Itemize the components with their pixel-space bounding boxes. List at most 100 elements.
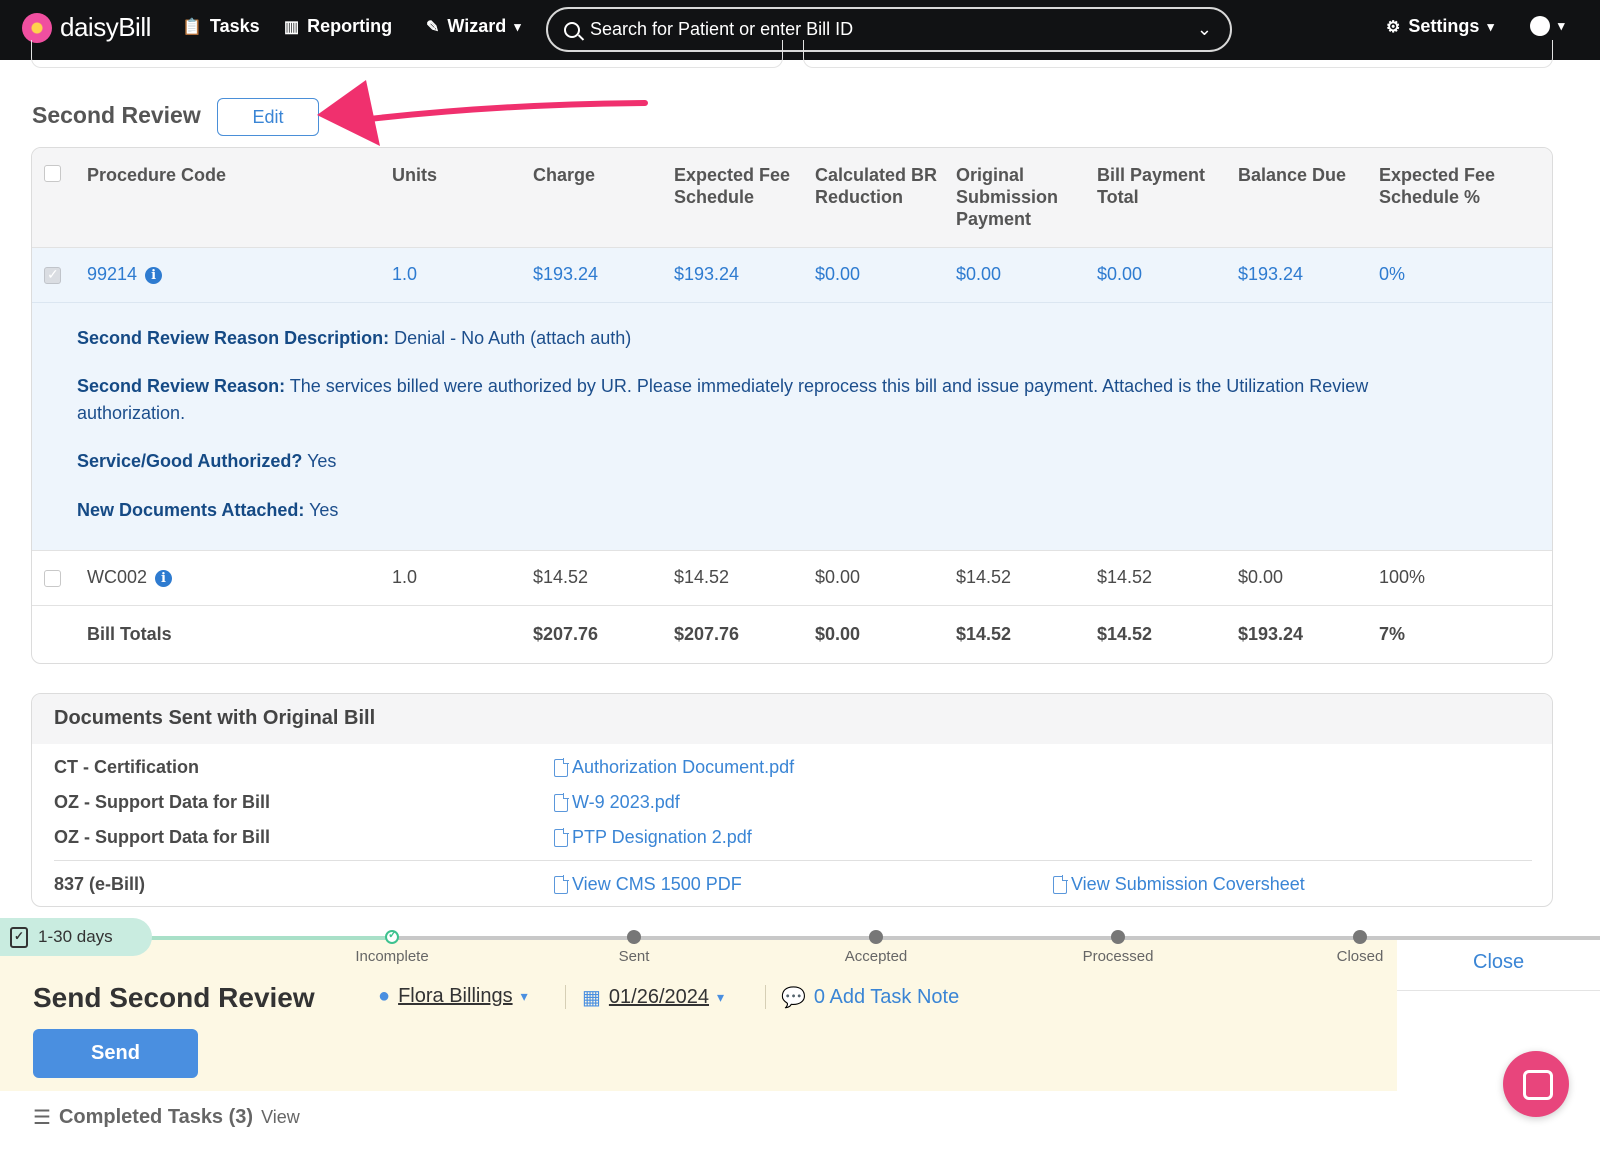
nav-tasks-label: Tasks (209, 16, 260, 36)
assignee-name: Flora Billings (398, 985, 513, 1007)
col-expected-fee-schedule[interactable]: Expected Fee Schedule (674, 164, 799, 208)
chevron-down-icon: ▾ (514, 18, 521, 34)
col-original-submission-payment[interactable]: Original Submission Payment (956, 164, 1076, 230)
daisy-logo-icon (22, 12, 52, 43)
total-expected: $207.76 (674, 624, 740, 644)
brand-name: daisyBill (60, 12, 151, 42)
new-documents-attached: New Documents Attached: Yes (77, 497, 1477, 524)
document-link-label: PTP Designation 2.pdf (572, 827, 752, 847)
close-task-link[interactable]: Close (1473, 951, 1524, 974)
totals-label: Bill Totals (87, 624, 172, 644)
col-units[interactable]: Units (392, 164, 437, 186)
user-menu[interactable]: ▾ (1530, 16, 1565, 36)
brand-logo[interactable]: daisyBill (22, 12, 151, 43)
list-icon: ☰ (33, 1107, 51, 1129)
previous-card-bottom (31, 40, 783, 68)
document-link-label: W-9 2023.pdf (572, 792, 680, 812)
bill-totals-row: Bill Totals $207.76 $207.76 $0.00 $14.52… (32, 606, 1552, 663)
magic-wand-icon: ✎ (426, 18, 440, 36)
chevron-down-icon: ▾ (1558, 18, 1565, 33)
add-task-note-label: 0 Add Task Note (813, 986, 960, 1008)
bar-chart-icon: ▥ (284, 18, 300, 36)
col-calculated-br-reduction[interactable]: Calculated BR Reduction (815, 164, 945, 208)
select-all-checkbox[interactable] (44, 165, 61, 182)
col-procedure-code[interactable]: Procedure Code (87, 164, 226, 186)
br-cell: $0.00 (815, 264, 861, 284)
table-header: Procedure Code Units Charge Expected Fee… (32, 148, 1552, 248)
units-cell: 1.0 (392, 264, 418, 284)
procedure-code[interactable]: 99214 i (87, 264, 163, 285)
ebill-label: 837 (e-Bill) (54, 874, 146, 894)
total-br: $0.00 (815, 624, 861, 644)
new-documents-label: New Documents Attached: (77, 500, 305, 520)
add-task-note-link[interactable]: 💬 0 Add Task Note (781, 985, 959, 1010)
reason: Second Review Reason: The services bille… (77, 373, 1477, 427)
divider (765, 985, 766, 1009)
view-cms-1500-label: View CMS 1500 PDF (572, 874, 742, 894)
info-icon[interactable]: i (145, 267, 163, 284)
total-orig-payment: $14.52 (956, 624, 1012, 644)
document-link[interactable]: W-9 2023.pdf (554, 792, 680, 813)
row-checkbox[interactable] (44, 266, 61, 284)
days-badge: 1-30 days (0, 918, 152, 956)
view-cms-1500-link[interactable]: View CMS 1500 PDF (554, 874, 742, 895)
documents-header: Documents Sent with Original Bill (32, 694, 1552, 744)
procedure-code-value: 99214 (87, 264, 138, 284)
table-row[interactable]: 99214 i 1.0 $193.24 $193.24 $0.00 $0.00 $… (32, 248, 1552, 303)
assignee-dropdown[interactable]: ● Flora Billings ▾ (378, 985, 528, 1008)
nav-reporting[interactable]: ▥ Reporting (284, 16, 392, 37)
nav-settings-label: Settings (1408, 16, 1480, 36)
previous-card-bottom (803, 40, 1553, 68)
total-pct: 7% (1379, 624, 1406, 644)
procedure-code[interactable]: WC002 i (87, 567, 173, 588)
balance-cell: $193.24 (1238, 264, 1304, 284)
search-placeholder: Search for Patient or enter Bill ID (590, 19, 854, 39)
nav-wizard[interactable]: ✎ Wizard ▾ (426, 16, 521, 37)
chat-support-icon[interactable] (1503, 1051, 1569, 1117)
info-icon[interactable]: i (155, 570, 173, 587)
send-button[interactable]: Send (33, 1029, 198, 1078)
due-date-picker[interactable]: ▦ 01/26/2024 ▾ (582, 985, 724, 1010)
table-row[interactable]: WC002 i 1.0 $14.52 $14.52 $0.00 $14.52 $1… (32, 551, 1552, 606)
col-expected-fee-schedule-pct[interactable]: Expected Fee Schedule % (1379, 164, 1509, 208)
col-balance-due[interactable]: Balance Due (1238, 164, 1358, 186)
row-checkbox[interactable] (44, 570, 61, 587)
view-coversheet-link[interactable]: View Submission Coversheet (1053, 874, 1305, 895)
gear-icon: ⚙ (1386, 18, 1401, 36)
document-type-label: OZ - Support Data for Bill (54, 827, 270, 847)
chevron-down-icon: ▾ (1487, 18, 1494, 34)
second-review-title: Second Review (32, 102, 201, 128)
pdf-file-icon (554, 827, 569, 847)
nav-reporting-label: Reporting (307, 16, 393, 36)
expected-cell: $193.24 (674, 264, 740, 284)
pdf-file-icon (554, 792, 569, 812)
nav-tasks[interactable]: 📋 Tasks (182, 16, 260, 37)
reason-description: Second Review Reason Description: Denial… (77, 325, 1477, 352)
col-charge[interactable]: Charge (533, 164, 595, 186)
document-link-label: Authorization Document.pdf (572, 757, 795, 777)
pct-cell: 100% (1379, 567, 1426, 587)
document-link[interactable]: Authorization Document.pdf (554, 757, 794, 778)
total-balance: $193.24 (1238, 624, 1304, 644)
balance-cell: $0.00 (1238, 567, 1284, 587)
calendar-icon: ▦ (582, 987, 601, 1009)
pdf-file-icon (554, 757, 569, 777)
view-completed-link[interactable]: View (261, 1107, 300, 1128)
divider (565, 985, 566, 1009)
chevron-down-icon: ▾ (520, 988, 528, 1004)
col-bill-payment-total[interactable]: Bill Payment Total (1097, 164, 1217, 208)
search-icon (564, 21, 580, 38)
bill-payment-cell: $14.52 (1097, 567, 1153, 587)
total-bill-payment: $14.52 (1097, 624, 1153, 644)
nav-settings[interactable]: ⚙ Settings ▾ (1386, 16, 1494, 37)
expected-cell: $14.52 (674, 567, 730, 587)
reason-label: Second Review Reason: (77, 376, 286, 396)
completed-tasks-label: Completed Tasks (3) (58, 1106, 254, 1128)
view-coversheet-label: View Submission Coversheet (1071, 874, 1305, 894)
user-avatar-icon (1530, 16, 1550, 36)
clipboard-check-icon (10, 926, 28, 948)
timeline-track (392, 936, 1600, 940)
document-link[interactable]: PTP Designation 2.pdf (554, 827, 752, 848)
br-cell: $0.00 (815, 567, 861, 587)
timeline-dot (627, 930, 641, 944)
